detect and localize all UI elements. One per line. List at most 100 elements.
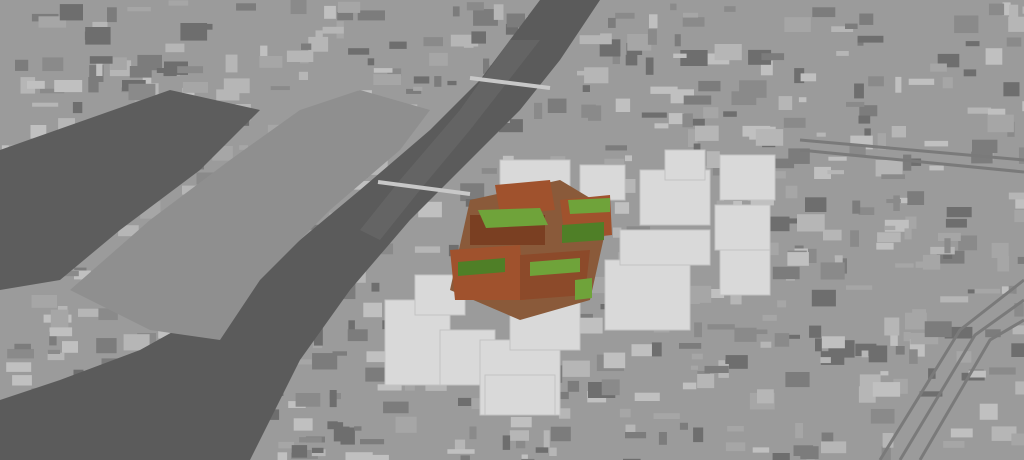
city-block xyxy=(827,170,844,175)
city-block xyxy=(868,76,884,87)
city-block xyxy=(550,426,571,442)
city-block xyxy=(1006,37,1022,47)
city-block xyxy=(534,102,543,119)
city-block xyxy=(809,325,822,338)
city-block xyxy=(579,317,603,334)
city-block xyxy=(156,68,172,73)
city-block xyxy=(59,4,83,21)
city-block xyxy=(460,455,470,460)
city-block xyxy=(413,76,430,84)
city-block xyxy=(895,263,914,268)
city-block xyxy=(683,12,699,18)
city-block xyxy=(958,235,978,251)
city-block xyxy=(107,7,117,23)
city-block xyxy=(974,288,1001,294)
city-block xyxy=(182,82,208,93)
city-block xyxy=(815,338,822,352)
city-block xyxy=(429,52,448,66)
city-block xyxy=(877,232,901,243)
city-block xyxy=(510,416,532,428)
city-block xyxy=(965,41,980,47)
city-block xyxy=(50,309,69,328)
city-block xyxy=(277,452,288,460)
city-block xyxy=(930,246,955,255)
city-block xyxy=(1009,4,1019,22)
city-block xyxy=(413,86,423,91)
city-block xyxy=(772,266,800,280)
city-block xyxy=(651,342,662,357)
city-block xyxy=(31,295,57,308)
city-block xyxy=(567,380,580,392)
city-block xyxy=(723,111,737,117)
city-block xyxy=(562,360,590,377)
city-block xyxy=(72,102,83,114)
city-block xyxy=(614,202,630,214)
city-block xyxy=(930,63,947,72)
city-block xyxy=(854,83,864,99)
city-block xyxy=(54,80,83,93)
city-block xyxy=(110,57,127,70)
city-block xyxy=(290,0,307,15)
city-block xyxy=(389,41,407,49)
city-block xyxy=(905,312,927,330)
city-block xyxy=(558,408,571,419)
city-block xyxy=(852,200,861,214)
city-block xyxy=(447,449,475,454)
city-block xyxy=(689,293,700,304)
city-block xyxy=(332,351,347,356)
city-block xyxy=(963,69,977,77)
city-block xyxy=(706,151,720,168)
city-block xyxy=(884,317,900,336)
city-block xyxy=(168,0,189,6)
city-block xyxy=(821,336,845,349)
massing-block xyxy=(714,204,771,251)
city-block xyxy=(908,78,935,85)
city-block xyxy=(945,218,967,228)
city-block xyxy=(298,71,308,80)
city-block xyxy=(774,333,790,347)
city-block xyxy=(259,56,283,68)
city-block xyxy=(760,341,772,348)
city-block xyxy=(625,54,638,66)
city-block xyxy=(654,123,669,129)
city-block xyxy=(800,446,819,460)
massing-block xyxy=(719,249,771,296)
city-block xyxy=(62,341,78,353)
city-block xyxy=(337,12,354,21)
city-block xyxy=(903,154,912,171)
massing-block xyxy=(664,149,706,181)
city-block xyxy=(27,80,45,89)
city-block xyxy=(762,314,777,321)
city-block xyxy=(985,48,1003,65)
city-block xyxy=(653,413,680,419)
city-block xyxy=(915,261,924,268)
city-block xyxy=(88,77,99,93)
city-block xyxy=(395,416,417,433)
city-block xyxy=(605,145,627,151)
city-block xyxy=(373,74,401,85)
city-block xyxy=(543,430,550,448)
city-block xyxy=(322,26,344,34)
city-block xyxy=(697,373,715,389)
city-block xyxy=(772,453,790,460)
city-block xyxy=(187,23,213,30)
city-block xyxy=(658,432,667,445)
city-block xyxy=(944,238,951,254)
massing-block xyxy=(619,229,711,266)
city-block xyxy=(357,10,385,21)
city-block xyxy=(127,7,151,12)
city-block xyxy=(434,76,442,87)
city-block xyxy=(704,365,729,373)
city-block xyxy=(679,422,688,430)
city-block xyxy=(904,228,912,240)
city-block xyxy=(1011,343,1024,357)
massing-block xyxy=(719,154,776,201)
city-block xyxy=(458,397,472,406)
city-block xyxy=(886,199,901,204)
highlighted-development xyxy=(450,180,612,320)
city-block xyxy=(752,447,770,453)
city-block xyxy=(301,43,312,50)
city-block xyxy=(800,73,817,82)
city-block xyxy=(777,300,787,308)
city-block xyxy=(788,334,800,339)
